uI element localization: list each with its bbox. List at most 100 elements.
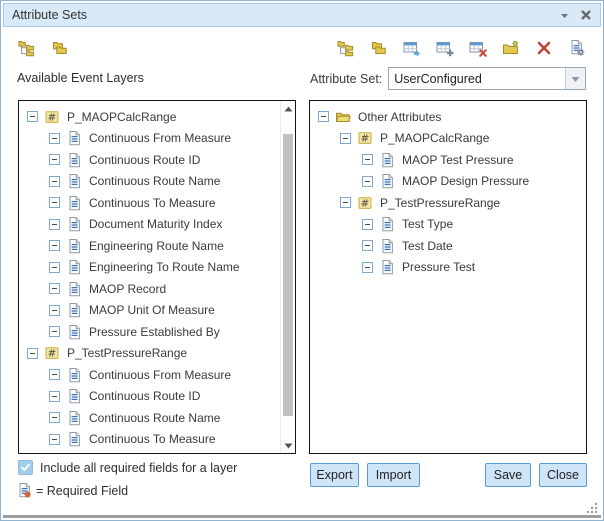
expand-collapse-box[interactable] <box>318 111 329 122</box>
tree-item: Engineering To Route Name <box>19 257 279 279</box>
expand-collapse-box[interactable] <box>49 283 60 294</box>
chevron-down-icon[interactable] <box>559 10 570 21</box>
tree-item-label[interactable]: P_MAOPCalcRange <box>377 130 492 146</box>
required-field-legend-text: = Required Field <box>36 484 128 498</box>
tree-item-label[interactable]: Continuous Route Name <box>86 410 223 426</box>
left-tree-scrollbar[interactable] <box>280 101 295 453</box>
tree-item-label[interactable]: Document Maturity Index <box>86 216 225 232</box>
tree-item-label[interactable]: Pressure Established By <box>86 324 223 340</box>
event-layer-icon: # <box>44 345 60 361</box>
field-icon <box>379 173 395 189</box>
tree-item-label[interactable]: Continuous From Measure <box>86 130 234 146</box>
expand-collapse-box[interactable] <box>49 240 60 251</box>
attribute-set-combobox[interactable]: UserConfigured <box>388 67 586 90</box>
expand-collapse-box[interactable] <box>49 391 60 402</box>
expand-collapse-box[interactable] <box>49 219 60 230</box>
tree-item-label[interactable]: Continuous To Measure <box>86 431 219 447</box>
tree-item-label[interactable]: Continuous Route Name <box>86 173 223 189</box>
new-attribute-set-button[interactable] <box>501 38 521 58</box>
import-button[interactable]: Import <box>367 463 420 487</box>
tree-item-label[interactable]: MAOP Record <box>86 281 169 297</box>
required-field-legend: = Required Field <box>16 482 128 499</box>
tree-item-label[interactable]: Pressure Test <box>399 259 478 275</box>
expand-collapse-box[interactable] <box>362 154 373 165</box>
tree-item: MAOP Test Pressure <box>310 149 586 171</box>
include-required-fields-checkbox[interactable] <box>18 460 33 475</box>
field-icon <box>66 195 82 211</box>
tree-item-label[interactable]: Continuous Route ID <box>86 152 203 168</box>
tree-item: Continuous To Measure <box>19 429 279 451</box>
tree-item: # P_TestPressureRange <box>19 343 279 365</box>
tree-item-label[interactable]: Continuous From Measure <box>86 367 234 383</box>
required-field-icon <box>16 482 33 499</box>
collapse-all-button[interactable] <box>369 38 389 58</box>
attribute-set-properties-button[interactable] <box>567 38 587 58</box>
tree-item-label[interactable]: P_MAOPCalcRange <box>64 109 179 125</box>
expand-collapse-box[interactable] <box>49 305 60 316</box>
dialog-titlebar[interactable]: Attribute Sets <box>3 3 601 27</box>
expand-all-button[interactable] <box>17 38 37 58</box>
tree-item-label[interactable]: Continuous To Measure <box>86 195 219 211</box>
delete-attribute-set-button[interactable] <box>534 38 554 58</box>
field-icon <box>66 130 82 146</box>
tree-item-label[interactable]: MAOP Test Pressure <box>399 152 517 168</box>
expand-all-icon <box>337 39 355 57</box>
expand-collapse-box[interactable] <box>49 369 60 380</box>
expand-collapse-box[interactable] <box>49 326 60 337</box>
close-icon[interactable] <box>580 9 592 21</box>
expand-collapse-box[interactable] <box>49 154 60 165</box>
tree-item: Pressure Test <box>310 257 586 279</box>
tree-item-label[interactable]: Engineering Route Name <box>86 238 227 254</box>
remove-field-icon <box>469 39 487 57</box>
delete-attribute-set-icon <box>535 39 553 57</box>
tree-item: Continuous From Measure <box>19 128 279 150</box>
tree-item-label[interactable]: MAOP Unit Of Measure <box>86 302 218 318</box>
tree-item-label[interactable]: Engineering To Route Name <box>86 259 243 275</box>
add-layer-to-set-button[interactable] <box>402 38 422 58</box>
tree-item: Test Type <box>310 214 586 236</box>
save-button[interactable]: Save <box>485 463 531 487</box>
expand-collapse-box[interactable] <box>49 434 60 445</box>
expand-collapse-box[interactable] <box>362 262 373 273</box>
expand-collapse-box[interactable] <box>49 176 60 187</box>
expand-collapse-box[interactable] <box>340 197 351 208</box>
expand-collapse-box[interactable] <box>362 176 373 187</box>
expand-collapse-box[interactable] <box>27 348 38 359</box>
scrollbar-up-icon[interactable] <box>281 101 295 116</box>
expand-collapse-box[interactable] <box>49 262 60 273</box>
remove-field-button[interactable] <box>468 38 488 58</box>
attribute-set-tree: Other Attributes#P_MAOPCalcRangeMAOP Tes… <box>310 106 586 278</box>
tree-item-label[interactable]: Continuous Route ID <box>86 388 203 404</box>
dialog-title: Attribute Sets <box>12 8 559 22</box>
tree-item-label[interactable]: P_TestPressureRange <box>64 345 190 361</box>
field-icon <box>66 431 82 447</box>
expand-collapse-box[interactable] <box>362 219 373 230</box>
expand-collapse-box[interactable] <box>362 240 373 251</box>
tree-item-label[interactable]: Test Type <box>399 216 456 232</box>
combo-dropdown-button[interactable] <box>565 68 585 89</box>
expand-all-button[interactable] <box>336 38 356 58</box>
tree-item: Engineering Route Name <box>19 235 279 257</box>
expand-collapse-box[interactable] <box>49 412 60 423</box>
scrollbar-thumb[interactable] <box>283 134 293 416</box>
close-button[interactable]: Close <box>539 463 587 487</box>
collapse-all-button[interactable] <box>50 38 70 58</box>
window-bottom-edge <box>3 515 601 518</box>
tree-item-label[interactable]: Test Date <box>399 238 456 254</box>
expand-collapse-box[interactable] <box>340 133 351 144</box>
expand-collapse-box[interactable] <box>49 133 60 144</box>
tree-item-label[interactable]: Other Attributes <box>355 109 444 125</box>
svg-text:#: # <box>48 349 56 360</box>
scrollbar-down-icon[interactable] <box>281 438 295 453</box>
attribute-set-properties-icon <box>568 39 586 57</box>
tree-item-label[interactable]: P_TestPressureRange <box>377 195 503 211</box>
export-button[interactable]: Export <box>310 463 359 487</box>
field-icon <box>66 238 82 254</box>
resize-grip-icon[interactable] <box>586 501 598 513</box>
tree-item-label[interactable]: MAOP Design Pressure <box>399 173 532 189</box>
field-icon <box>66 410 82 426</box>
expand-collapse-box[interactable] <box>27 111 38 122</box>
tree-item: Continuous From Measure <box>19 364 279 386</box>
expand-collapse-box[interactable] <box>49 197 60 208</box>
add-field-button[interactable] <box>435 38 455 58</box>
